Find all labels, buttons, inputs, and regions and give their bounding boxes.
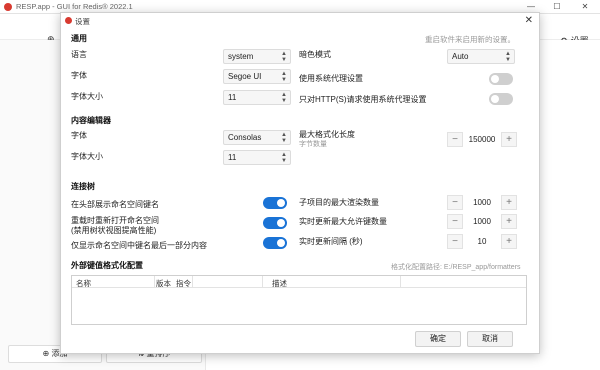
increment-button[interactable]: + <box>501 195 517 210</box>
editor-font-size-label: 字体大小 <box>71 152 103 161</box>
live-update-interval-label: 实时更新间隔 (秒) <box>299 237 363 246</box>
use-system-proxy-toggle[interactable] <box>489 73 513 85</box>
reopen-ns-toggle[interactable] <box>263 217 287 229</box>
editor-section-title: 内容编辑器 <box>71 116 111 125</box>
updown-arrows-icon: ▲ ▼ <box>281 92 287 104</box>
column-header-name: 名称 <box>76 279 91 288</box>
live-limit-value[interactable]: 1000 <box>463 195 501 210</box>
connections-section-title: 连接树 <box>71 182 95 191</box>
font-select[interactable]: Segoe UI ▲ ▼ <box>223 69 291 84</box>
increment-button[interactable]: + <box>501 132 517 147</box>
column-header-description: 描述 <box>272 279 287 288</box>
updown-arrows-icon: ▲ ▼ <box>281 51 287 63</box>
max-format-sublabel: 字节数量 <box>299 141 327 148</box>
live-update-keys-value[interactable]: 1000 <box>463 214 501 229</box>
decrement-button[interactable]: − <box>447 132 463 147</box>
restart-hint: 重启软件来启用新的设置。 <box>425 35 515 44</box>
formatters-table[interactable]: 名称 版本 指令 描述 <box>71 275 527 325</box>
live-update-interval-value[interactable]: 10 <box>463 234 501 249</box>
formatters-section-title: 外部键值格式化配置 <box>71 261 143 270</box>
app-title: RESP.app - GUI for Redis® 2022.1 <box>16 2 133 11</box>
live-update-interval-stepper[interactable]: − 10 + <box>447 234 517 249</box>
font-value: Segoe UI <box>228 72 262 81</box>
http-proxy-only-toggle[interactable] <box>489 93 513 105</box>
last-part-label: 仅显示命名空间中键名最后一部分内容 <box>71 241 207 250</box>
column-header-command: 指令 <box>176 279 191 288</box>
increment-button[interactable]: + <box>501 234 517 249</box>
last-part-toggle[interactable] <box>263 237 287 249</box>
language-value: system <box>228 52 254 61</box>
live-update-keys-stepper[interactable]: − 1000 + <box>447 214 517 229</box>
general-section-title: 通用 <box>71 34 87 43</box>
maximize-button[interactable]: ☐ <box>546 1 568 13</box>
editor-font-size-select[interactable]: 11 ▲ ▼ <box>223 150 291 165</box>
live-update-keys-label: 实时更新最大允许键数量 <box>299 217 387 226</box>
live-limit-stepper[interactable]: − 1000 + <box>447 195 517 210</box>
close-window-button[interactable]: ✕ <box>574 1 596 13</box>
updown-arrows-icon: ▲ ▼ <box>281 71 287 83</box>
dialog-title: 设置 <box>75 17 90 26</box>
updown-arrows-icon: ▲ ▼ <box>505 51 511 63</box>
font-size-select[interactable]: 11 ▲ ▼ <box>223 90 291 105</box>
editor-font-label: 字体 <box>71 131 87 140</box>
language-select[interactable]: system ▲ ▼ <box>223 49 291 64</box>
formatters-path: 格式化配置路径: E:/RESP_app/formatters <box>391 264 521 271</box>
editor-font-size-value: 11 <box>228 153 237 162</box>
font-size-label: 字体大小 <box>71 92 103 101</box>
language-label: 语言 <box>71 50 87 59</box>
updown-arrows-icon: ▲ ▼ <box>281 152 287 164</box>
live-limit-label: 子项目的最大渲染数量 <box>299 198 379 207</box>
dialog-close-button[interactable]: ✕ <box>525 14 533 27</box>
editor-font-value: Consolas <box>228 133 262 142</box>
color-mode-select[interactable]: Auto ▲ ▼ <box>447 49 515 64</box>
http-proxy-only-label: 只对HTTP(S)请求使用系统代理设置 <box>299 95 427 104</box>
color-mode-value: Auto <box>452 52 469 61</box>
cancel-button[interactable]: 取消 <box>467 331 513 347</box>
show-ns-toggle[interactable] <box>263 197 287 209</box>
updown-arrows-icon: ▲ ▼ <box>281 132 287 144</box>
editor-font-select[interactable]: Consolas ▲ ▼ <box>223 130 291 145</box>
use-system-proxy-label: 使用系统代理设置 <box>299 74 363 83</box>
color-mode-label: 暗色模式 <box>299 50 331 59</box>
column-header-version: 版本 <box>156 279 171 288</box>
table-header: 名称 版本 指令 描述 <box>72 276 526 288</box>
decrement-button[interactable]: − <box>447 195 463 210</box>
decrement-button[interactable]: − <box>447 214 463 229</box>
increment-button[interactable]: + <box>501 214 517 229</box>
reopen-ns-sublabel: (禁用树状视图提高性能) <box>71 226 157 235</box>
font-label: 字体 <box>71 71 87 80</box>
decrement-button[interactable]: − <box>447 234 463 249</box>
max-format-value[interactable]: 150000 <box>463 132 501 147</box>
max-format-stepper[interactable]: − 150000 + <box>447 132 517 147</box>
font-size-value: 11 <box>228 93 237 102</box>
dialog-titlebar: 设置 ✕ <box>61 13 539 28</box>
ok-button[interactable]: 确定 <box>415 331 461 347</box>
show-ns-label: 在头部展示命名空间键名 <box>71 200 159 209</box>
dialog-logo-icon <box>65 17 72 24</box>
settings-dialog: 设置 ✕ 通用 重启软件来启用新的设置。 语言 system ▲ ▼ 字体 Seg… <box>60 12 540 354</box>
plus-circle-icon: ⊕ <box>42 349 50 358</box>
app-logo-icon <box>4 3 12 11</box>
